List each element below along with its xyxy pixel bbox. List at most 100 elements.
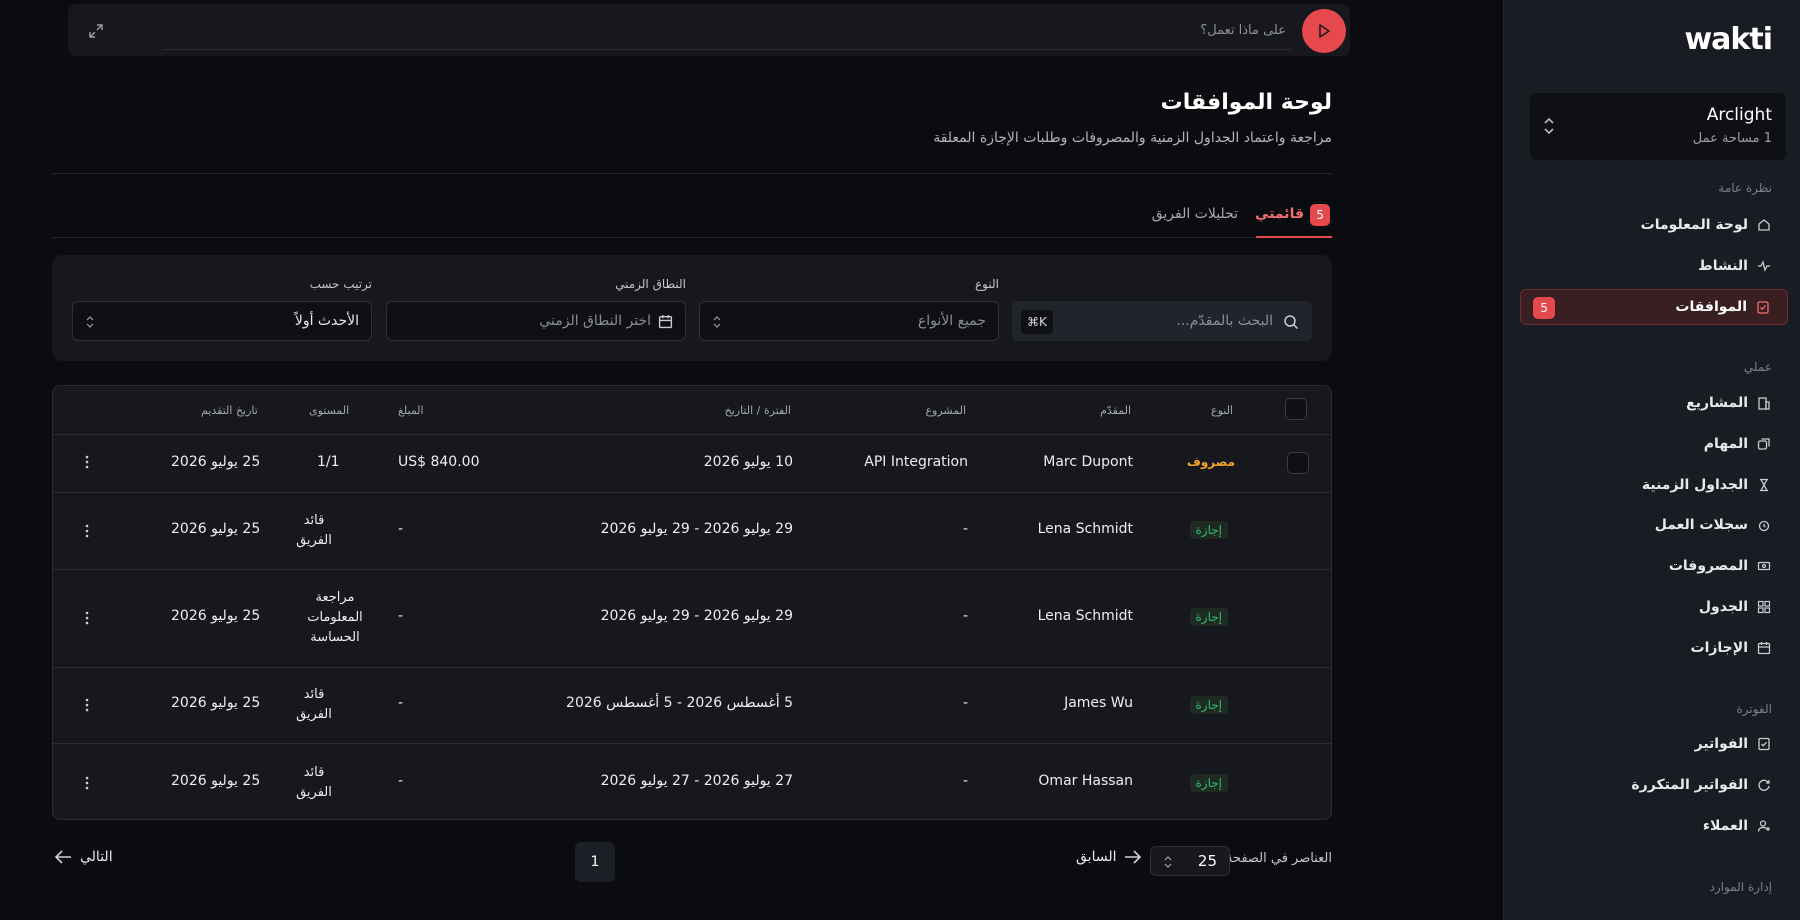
more-actions-icon[interactable] [79,774,95,792]
sidebar-item-label: الفواتير [1694,736,1748,752]
previous-page-label: السابق [1076,849,1117,865]
expand-icon[interactable] [88,23,104,39]
play-icon [1319,24,1330,38]
page-number-button[interactable]: 1 [575,842,615,882]
amount-value: - [398,695,404,711]
tab-my-list[interactable]: 5 قائمتي [1255,198,1332,238]
column-header-submitter[interactable]: المقدّم [1100,404,1131,417]
project-name: - [962,521,968,537]
level-value: قائد الفريق [296,687,332,722]
table-row[interactable]: إجازة Lena Schmidt - 29 يوليو 2026 - 29 … [53,492,1331,569]
period-value: 5 أغسطس 2026 - 5 أغسطس 2026 [566,695,793,711]
project-name: - [962,773,968,789]
column-header-level[interactable]: المستوى [309,404,349,417]
more-actions-icon[interactable] [79,522,95,540]
period-value: 29 يوليو 2026 - 29 يوليو 2026 [600,608,793,624]
sort-label: ترتيب حسب [309,277,372,291]
workspace-switcher[interactable]: Arclight 1 مساحة عمل [1530,93,1786,160]
command-bar [68,4,1350,56]
sidebar-item-invoices[interactable]: الفواتير [1520,726,1788,762]
sidebar-item-tasks[interactable]: المهام [1520,426,1788,462]
type-badge-leave: إجازة [1189,774,1228,792]
activity-icon [1756,258,1772,274]
amount-value: US$ 840.00 [398,454,480,470]
sidebar-item-expenses[interactable]: المصروفات [1520,548,1788,584]
items-per-page-label: العناصر في الصفحة [1225,851,1332,866]
type-badge-leave: إجازة [1189,608,1228,626]
sort-select[interactable]: الأحدث أولاً [72,301,372,341]
submitter-name: Omar Hassan [1038,773,1133,789]
period-value: 27 يوليو 2026 - 27 يوليو 2026 [600,773,793,789]
page-title: لوحة الموافقات [1160,90,1332,115]
table-row[interactable]: إجازة James Wu - 5 أغسطس 2026 - 5 أغسطس … [53,667,1331,743]
table-row[interactable]: مصروف Marc Dupont API Integration 10 يول… [53,434,1331,492]
previous-page-button[interactable]: السابق [1076,849,1142,865]
run-button[interactable] [1302,9,1346,53]
sidebar-item-dashboard[interactable]: لوحة المعلومات [1520,207,1788,243]
sort-value: الأحدث أولاً [294,313,359,329]
level-value: قائد الفريق [296,765,332,800]
submitted-date: 25 يوليو 2026 [171,521,261,537]
table-row[interactable]: إجازة Lena Schmidt - 29 يوليو 2026 - 29 … [53,569,1331,667]
tab-team-analytics[interactable]: تحليلات الفريق [1152,206,1238,222]
more-actions-icon[interactable] [79,609,95,627]
type-badge-expense: مصروف [1186,455,1235,469]
submitter-name: Lena Schmidt [1037,521,1133,537]
sidebar-item-label: الإجازات [1690,640,1749,656]
sidebar-item-projects[interactable]: المشاريع [1520,385,1788,421]
sidebar-item-clients[interactable]: العملاء [1520,808,1788,844]
nav-section-overview: نظرة عامة [1718,181,1772,195]
column-header-submitted[interactable]: تاريخ التقديم [201,404,258,417]
sidebar-item-recurring-invoices[interactable]: الفواتير المتكررة [1520,767,1788,803]
next-page-button[interactable]: التالي [54,849,113,865]
select-all-checkbox[interactable] [1285,398,1307,420]
sidebar-item-label: الفواتير المتكررة [1631,777,1748,793]
type-filter-select[interactable]: جميع الأنواع [699,301,999,341]
column-header-project[interactable]: المشروع [925,404,966,417]
divider [52,173,1332,174]
sidebar-item-label: الجدول [1698,599,1748,615]
arrow-left-icon [54,850,71,864]
sidebar-item-label: النشاط [1698,258,1748,274]
sidebar-item-label: الموافقات [1675,299,1747,315]
submitted-date: 25 يوليو 2026 [171,695,261,711]
chevron-updown-icon [86,316,94,328]
column-header-amount[interactable]: المبلغ [398,404,424,417]
invoice-check-icon [1756,736,1772,752]
approvals-table: النوع المقدّم المشروع الفترة / التاريخ ا… [52,385,1332,820]
period-value: 10 يوليو 2026 [703,454,793,470]
items-per-page-select[interactable]: 25 [1150,846,1230,876]
more-actions-icon[interactable] [79,696,95,714]
date-range-picker[interactable]: اختر النطاق الزمني [386,301,686,341]
sidebar-item-leaves[interactable]: الإجازات [1520,630,1788,666]
grid-icon [1756,599,1772,615]
date-range-label: النطاق الزمني [615,277,686,291]
type-filter-label: النوع [975,277,999,291]
sidebar-item-schedule[interactable]: الجدول [1520,589,1788,625]
column-header-type[interactable]: النوع [1211,404,1233,417]
chevron-updown-icon [713,316,721,328]
sidebar-item-approvals[interactable]: الموافقات 5 [1520,289,1788,325]
sidebar-item-worklogs[interactable]: سجلات العمل [1520,507,1788,543]
type-filter-value: جميع الأنواع [917,313,986,329]
submitter-name: Marc Dupont [1043,454,1133,470]
column-header-period[interactable]: الفترة / التاريخ [725,404,791,417]
sidebar-item-activity[interactable]: النشاط [1520,248,1788,284]
chevron-updown-icon [1544,117,1554,135]
table-row[interactable]: إجازة Omar Hassan - 27 يوليو 2026 - 27 ي… [53,743,1331,819]
sidebar-item-timesheets[interactable]: الجداول الزمنية [1520,467,1788,503]
building-icon [1756,395,1772,411]
workspace-name: Arclight [1706,105,1772,125]
alarm-icon [1756,517,1772,533]
amount-value: - [398,608,404,624]
search-icon [1284,315,1299,330]
level-value: 1/1 [317,454,340,470]
user-plus-icon [1756,818,1772,834]
row-checkbox[interactable] [1287,452,1309,474]
command-input[interactable] [162,12,1292,50]
app-logo[interactable]: wakti [1684,22,1773,57]
submitter-name: James Wu [1064,695,1133,711]
search-input[interactable]: البحث بالمقدّم... ⌘K [1012,301,1312,341]
more-actions-icon[interactable] [79,453,95,471]
type-badge-leave: إجازة [1189,696,1228,714]
